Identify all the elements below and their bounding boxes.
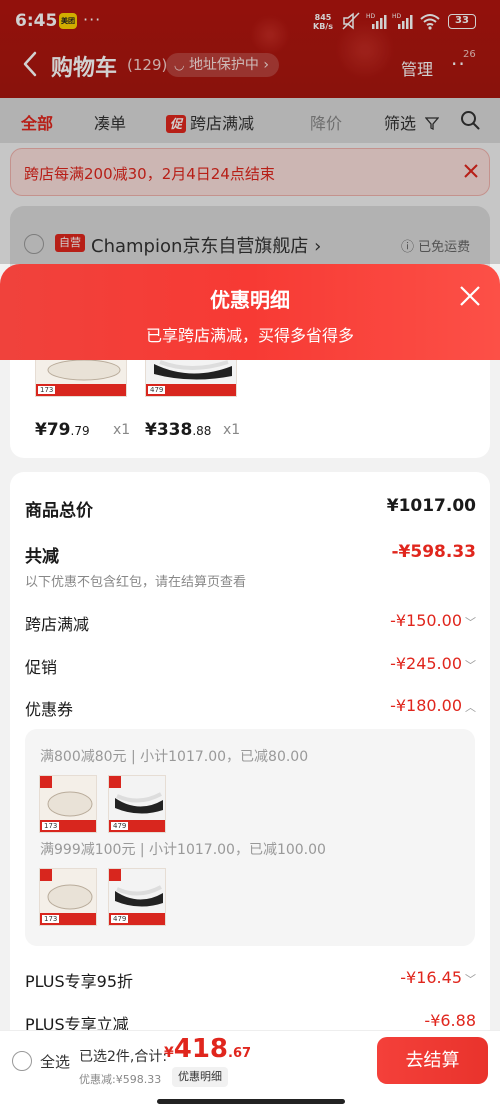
plus-instant-value: -¥6.88 <box>424 1011 476 1030</box>
coupon-product-thumbnail: 173 <box>39 775 97 833</box>
sandal-image <box>47 360 121 381</box>
chevron-up-icon: ︿ <box>465 701 476 714</box>
total-value: ¥1017.00 <box>386 496 476 516</box>
sneaker-image <box>154 360 232 380</box>
thumb-price: 479 <box>148 386 166 394</box>
modal-overlay[interactable] <box>0 0 500 264</box>
promo-value: -¥245.00 <box>390 654 462 673</box>
product-qty: x1 <box>113 422 131 438</box>
discount-detail-button[interactable]: 优惠明细 <box>172 1067 228 1087</box>
sheet-title: 优惠明细 <box>210 288 290 312</box>
product-price: ¥79.79 <box>35 420 90 440</box>
home-indicator[interactable] <box>157 1099 345 1104</box>
product-thumbnail[interactable]: 479 <box>145 360 237 397</box>
currency-symbol: ¥ <box>164 1045 174 1061</box>
chevron-down-icon: ﹀ <box>465 659 476 672</box>
plus-discount-row[interactable]: -¥16.45 ﹀ <box>400 968 476 987</box>
select-all-radio[interactable] <box>12 1051 32 1071</box>
checkout-button[interactable]: 去结算 <box>377 1037 488 1084</box>
cross-store-row[interactable]: -¥150.00 ﹀ <box>390 611 476 630</box>
saved-amount: 优惠减:¥598.33 <box>79 1073 162 1086</box>
price-dec: .88 <box>192 424 212 438</box>
product-price: ¥338.88 <box>145 420 211 440</box>
coupon-product-thumbnail: 173 <box>39 868 97 926</box>
thumb-price: 173 <box>38 386 56 394</box>
coupon-product-thumbnail: 479 <box>108 775 166 833</box>
chevron-down-icon: ﹀ <box>465 973 476 986</box>
chevron-down-icon: ﹀ <box>465 616 476 629</box>
select-all-label[interactable]: 全选 <box>40 1051 70 1072</box>
coupon-value: -¥180.00 <box>390 696 462 715</box>
promo-row[interactable]: -¥245.00 ﹀ <box>390 654 476 673</box>
total-price-int: 418 <box>173 1034 229 1064</box>
discount-value: -¥598.33 <box>391 542 477 562</box>
sandal-image <box>47 884 93 910</box>
plus-discount-value: -¥16.45 <box>400 968 462 987</box>
selected-summary: 已选2件,合计: <box>79 1049 168 1065</box>
sneaker-image <box>115 885 163 907</box>
thumb-price: 173 <box>42 915 60 923</box>
price-dec: .79 <box>70 424 90 438</box>
discount-note: 以下优惠不包含红包，请在结算页查看 <box>25 575 247 590</box>
price-int: ¥79 <box>35 420 71 440</box>
coupon-label: 优惠券 <box>25 700 74 719</box>
coupon-line: 满800减80元 | 小计1017.00，已减80.00 <box>40 749 309 765</box>
sandal-image <box>47 791 93 817</box>
product-thumbnail[interactable]: 173 <box>35 360 127 397</box>
coupon-line: 满999减100元 | 小计1017.00，已减100.00 <box>40 842 326 858</box>
total-price-dec: .67 <box>228 1046 252 1061</box>
coupon-row[interactable]: -¥180.00 ︿ <box>390 696 476 715</box>
coupon-product-thumbnail: 479 <box>108 868 166 926</box>
thumb-price: 173 <box>42 822 60 830</box>
close-icon[interactable] <box>459 285 481 307</box>
price-int: ¥338 <box>145 420 193 440</box>
sneaker-image <box>115 792 163 814</box>
cross-store-label: 跨店满减 <box>25 615 90 634</box>
sheet-subtitle: 已享跨店满减，买得多省得多 <box>145 326 354 345</box>
discount-label: 共减 <box>25 547 59 567</box>
thumb-price: 479 <box>111 822 129 830</box>
promo-label: 促销 <box>25 658 58 677</box>
plus-discount-label: PLUS专享95折 <box>25 972 133 991</box>
cross-store-value: -¥150.00 <box>390 611 462 630</box>
thumb-price: 479 <box>111 915 129 923</box>
total-price: ¥418.67 <box>164 1034 251 1064</box>
total-label: 商品总价 <box>25 501 93 521</box>
product-qty: x1 <box>223 422 241 438</box>
